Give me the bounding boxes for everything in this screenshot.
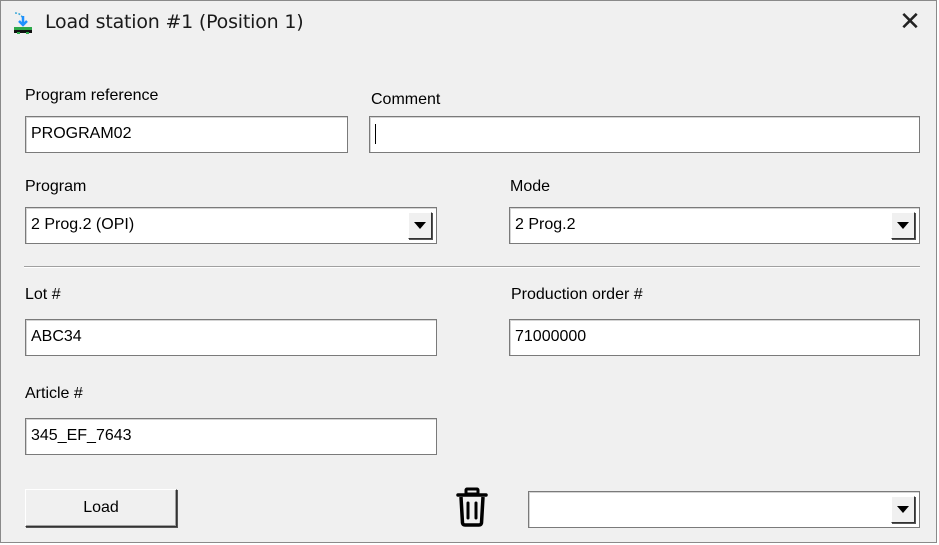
article-value: 345_EF_7643 bbox=[31, 427, 132, 444]
mode-label: Mode bbox=[510, 178, 551, 195]
program-dropdown-button[interactable] bbox=[408, 212, 432, 239]
lot-label: Lot # bbox=[25, 286, 61, 303]
close-button[interactable]: ✕ bbox=[884, 1, 936, 43]
window-title: Load station #1 (Position 1) bbox=[45, 11, 304, 33]
footer-select[interactable] bbox=[528, 491, 920, 528]
comment-label: Comment bbox=[371, 91, 441, 108]
load-button[interactable]: Load bbox=[25, 489, 177, 527]
program-label: Program bbox=[25, 178, 87, 195]
footer-dropdown-button[interactable] bbox=[891, 496, 915, 523]
lot-value: ABC34 bbox=[31, 328, 82, 345]
program-reference-input[interactable]: PROGRAM02 bbox=[25, 116, 348, 153]
lot-input[interactable]: ABC34 bbox=[25, 319, 437, 356]
chevron-down-icon bbox=[897, 506, 909, 513]
comment-input[interactable] bbox=[369, 116, 920, 153]
production-order-input[interactable]: 71000000 bbox=[509, 319, 920, 356]
program-reference-value: PROGRAM02 bbox=[31, 125, 132, 142]
mode-selected-value: 2 Prog.2 bbox=[515, 216, 576, 233]
article-input[interactable]: 345_EF_7643 bbox=[25, 418, 437, 455]
article-label: Article # bbox=[25, 385, 83, 402]
chevron-down-icon bbox=[897, 222, 909, 229]
mode-dropdown-button[interactable] bbox=[891, 212, 915, 239]
production-order-value: 71000000 bbox=[515, 328, 587, 345]
program-selected-value: 2 Prog.2 (OPI) bbox=[31, 216, 135, 233]
production-order-label: Production order # bbox=[511, 286, 643, 303]
chevron-down-icon bbox=[414, 222, 426, 229]
title-bar: Load station #1 (Position 1) ✕ bbox=[1, 1, 936, 43]
section-divider bbox=[24, 266, 920, 268]
mode-select[interactable]: 2 Prog.2 bbox=[509, 207, 920, 244]
trash-icon[interactable] bbox=[449, 484, 495, 530]
load-station-dialog: Load station #1 (Position 1) ✕ Program r… bbox=[0, 0, 937, 543]
program-reference-label: Program reference bbox=[25, 87, 159, 104]
program-select[interactable]: 2 Prog.2 (OPI) bbox=[25, 207, 437, 244]
load-station-icon bbox=[11, 11, 35, 35]
text-caret bbox=[375, 124, 376, 144]
